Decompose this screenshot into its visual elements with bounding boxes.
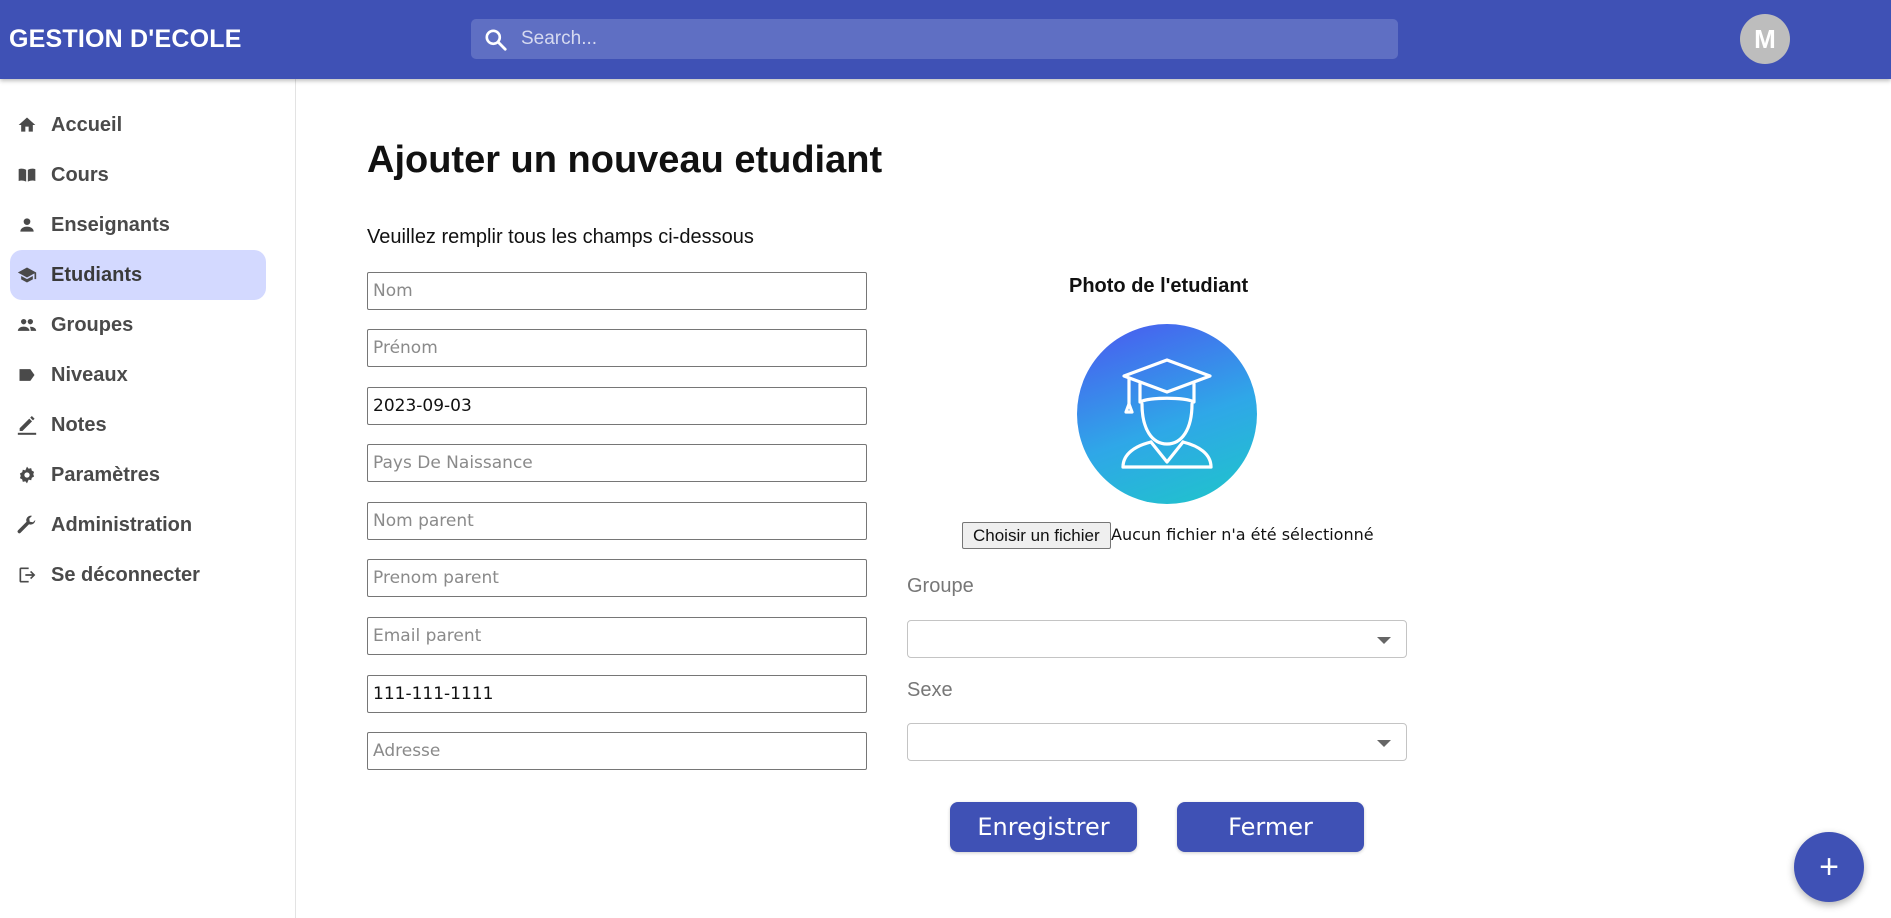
person-icon <box>16 214 38 236</box>
sidebar-item-parametres[interactable]: Paramètres <box>10 450 266 500</box>
email-parent-field[interactable] <box>367 617 867 655</box>
label-icon <box>16 364 38 386</box>
sidebar-item-label: Accueil <box>51 113 123 136</box>
file-status: Aucun fichier n'a été sélectionné <box>1111 525 1374 544</box>
gear-icon <box>16 464 38 486</box>
telephone-field[interactable] <box>367 675 867 713</box>
chevron-down-icon <box>1377 740 1391 747</box>
edit-icon <box>16 414 38 436</box>
prenom-field[interactable] <box>367 329 867 367</box>
form-instructions: Veuillez remplir tous les champs ci-dess… <box>367 226 754 248</box>
sidebar-item-label: Administration <box>51 513 193 536</box>
sidebar-item-etudiants[interactable]: Etudiants <box>10 250 266 300</box>
search-input[interactable] <box>511 19 1391 59</box>
nom-field[interactable] <box>367 272 867 310</box>
sidebar-item-label: Enseignants <box>51 213 170 236</box>
sidebar-item-label: Niveaux <box>51 363 128 386</box>
logout-icon <box>16 564 38 586</box>
adresse-field[interactable] <box>367 732 867 770</box>
groupe-label: Groupe <box>907 575 974 597</box>
add-fab-button[interactable]: + <box>1794 832 1864 902</box>
app-header: GESTION D'ECOLE M <box>0 0 1891 79</box>
book-icon <box>16 164 38 186</box>
sidebar-item-groupes[interactable]: Groupes <box>10 300 266 350</box>
student-graduate-icon <box>1121 358 1213 469</box>
avatar[interactable]: M <box>1740 14 1790 64</box>
sidebar-item-notes[interactable]: Notes <box>10 400 266 450</box>
sidebar: Accueil Cours Enseignants Etudiants Grou… <box>0 79 296 918</box>
sidebar-item-cours[interactable]: Cours <box>10 150 266 200</box>
sidebar-item-logout[interactable]: Se déconnecter <box>10 550 266 600</box>
sexe-select[interactable] <box>907 723 1407 761</box>
save-button[interactable]: Enregistrer <box>950 802 1137 852</box>
groupe-select[interactable] <box>907 620 1407 658</box>
sidebar-item-label: Etudiants <box>51 263 143 286</box>
page-title: Ajouter un nouveau etudiant <box>367 139 883 181</box>
sidebar-item-label: Paramètres <box>51 463 160 486</box>
sidebar-item-label: Se déconnecter <box>51 563 200 586</box>
school-icon <box>16 264 38 286</box>
sidebar-item-niveaux[interactable]: Niveaux <box>10 350 266 400</box>
search-bar[interactable] <box>471 19 1398 59</box>
sexe-label: Sexe <box>907 679 953 701</box>
wrench-icon <box>16 514 38 536</box>
sidebar-item-enseignants[interactable]: Enseignants <box>10 200 266 250</box>
close-button[interactable]: Fermer <box>1177 802 1364 852</box>
sidebar-item-administration[interactable]: Administration <box>10 500 266 550</box>
home-icon <box>16 114 38 136</box>
sidebar-item-label: Notes <box>51 413 107 436</box>
pays-naissance-field[interactable] <box>367 444 867 482</box>
people-icon <box>16 314 38 336</box>
app-title: GESTION D'ECOLE <box>9 25 242 53</box>
sidebar-item-label: Cours <box>51 163 109 186</box>
nom-parent-field[interactable] <box>367 502 867 540</box>
search-icon <box>485 29 507 51</box>
date-naissance-field[interactable] <box>367 387 867 425</box>
photo-label: Photo de l'etudiant <box>1069 275 1249 297</box>
prenom-parent-field[interactable] <box>367 559 867 597</box>
student-photo <box>1077 324 1257 504</box>
sidebar-item-label: Groupes <box>51 313 134 336</box>
chevron-down-icon <box>1377 637 1391 644</box>
choose-file-button[interactable]: Choisir un fichier <box>962 522 1111 549</box>
sidebar-item-accueil[interactable]: Accueil <box>10 100 266 150</box>
